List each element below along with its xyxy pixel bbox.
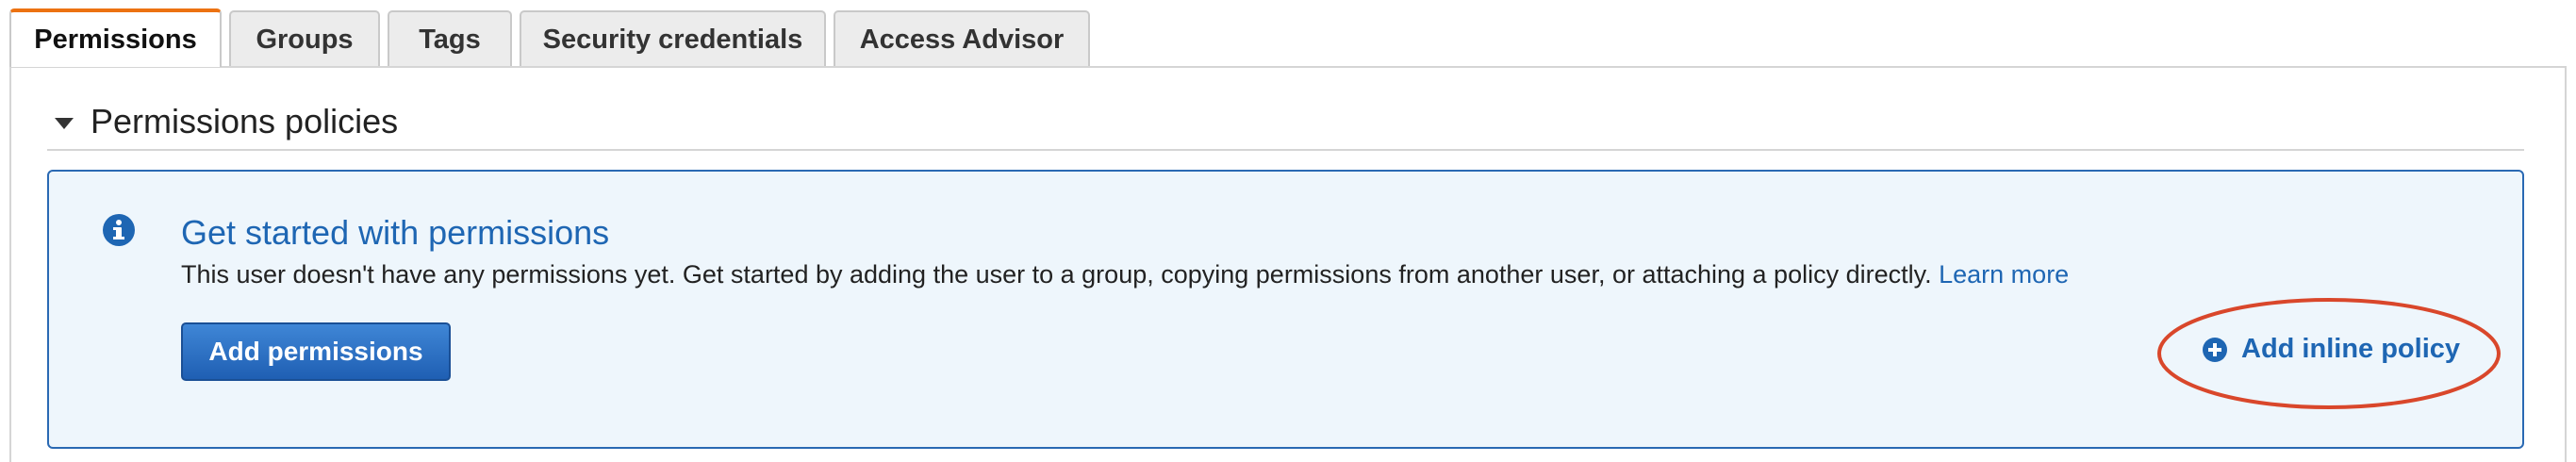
tab-content-frame xyxy=(9,66,2567,462)
tab-permissions[interactable]: Permissions xyxy=(9,8,222,67)
tab-access-advisor[interactable]: Access Advisor xyxy=(834,10,1090,67)
tab-groups[interactable]: Groups xyxy=(229,10,380,67)
tab-tags[interactable]: Tags xyxy=(388,10,512,67)
iam-user-page: Permissions Groups Tags Security credent… xyxy=(0,0,2576,462)
tab-bar: Permissions Groups Tags Security credent… xyxy=(9,8,1098,67)
tab-security-credentials[interactable]: Security credentials xyxy=(520,10,826,67)
